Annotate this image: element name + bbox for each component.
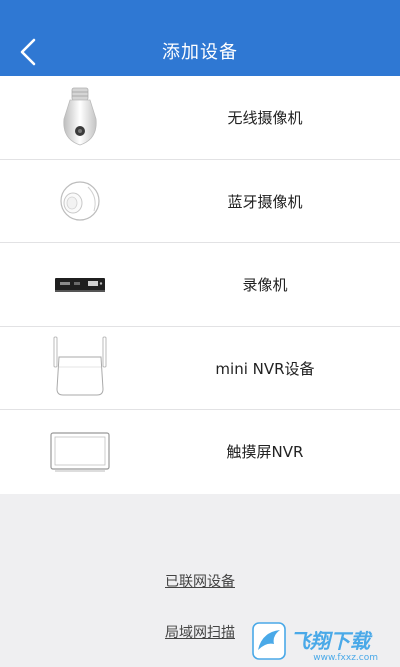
- device-label: 蓝牙摄像机: [227, 192, 303, 211]
- device-label: 录像机: [242, 276, 288, 294]
- connected-devices-link[interactable]: 已联网设备: [0, 571, 400, 591]
- watermark-brand: 飞翔下载: [290, 629, 370, 653]
- wing-logo-icon: [252, 622, 286, 660]
- page-title: 添加设备: [162, 42, 238, 63]
- device-option-touchscreen-nvr[interactable]: 触摸屏NVR: [0, 410, 400, 494]
- bulb-camera-icon: [40, 76, 120, 159]
- mini-nvr-icon: [40, 327, 120, 410]
- device-label: mini NVR设备: [215, 359, 315, 378]
- dome-camera-icon: [40, 160, 120, 243]
- dvr-recorder-icon: [40, 243, 120, 326]
- device-option-mini-nvr[interactable]: mini NVR设备: [0, 327, 400, 410]
- device-option-bluetooth-camera[interactable]: 蓝牙摄像机: [0, 160, 400, 243]
- device-label: 无线摄像机: [227, 109, 303, 127]
- device-option-wireless-camera[interactable]: 无线摄像机: [0, 76, 400, 160]
- touchscreen-nvr-icon: [40, 410, 120, 493]
- app-header: 添加设备: [0, 0, 400, 76]
- watermark-logo: 飞翔下载 www.fxxz.com: [252, 619, 394, 663]
- watermark-domain: www.fxxz.com: [313, 653, 378, 663]
- device-type-list: 无线摄像机 蓝牙摄像机 录像机 mini NVR设备 触摸屏NVR: [0, 76, 400, 494]
- device-option-recorder[interactable]: 录像机: [0, 243, 400, 327]
- device-label: 触摸屏NVR: [226, 443, 304, 461]
